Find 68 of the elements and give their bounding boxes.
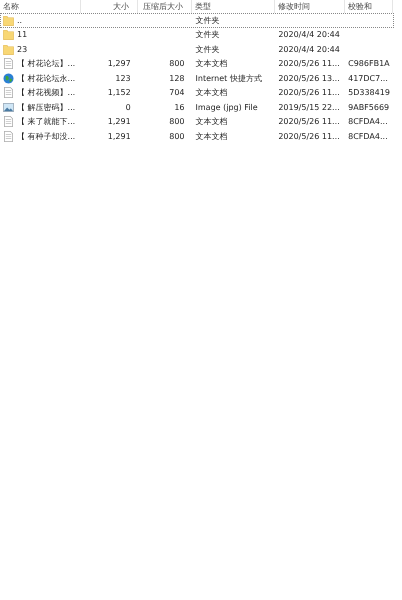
file-modified: 2019/5/15 22... bbox=[278, 102, 340, 112]
file-type: 文件夹 bbox=[196, 14, 220, 26]
column-header[interactable]: 修改时间 bbox=[275, 0, 345, 13]
file-modified: 2020/5/26 11... bbox=[278, 132, 340, 141]
file-type: 文本文档 bbox=[196, 116, 228, 128]
document-icon bbox=[3, 130, 14, 142]
file-packed: 128 bbox=[169, 74, 185, 83]
file-row[interactable]: 【 解压密码】... 0 16 Image (jpg) File 2019/5/15 22... 9ABF5669 bbox=[0, 100, 394, 114]
file-type: 文件夹 bbox=[196, 29, 220, 40]
file-row[interactable]: 【 村花视频】... 1,152 704 文本文档 2020/5/26 11... 5D338419 bbox=[0, 86, 394, 100]
file-type: 文件夹 bbox=[196, 44, 220, 55]
file-type: Internet 快捷方式 bbox=[196, 72, 262, 84]
file-packed: 800 bbox=[169, 59, 185, 68]
file-modified: 2020/5/26 13... bbox=[278, 74, 340, 83]
file-checksum: 417DC7... bbox=[348, 74, 388, 83]
file-name: 【 解压密码】... bbox=[17, 102, 76, 113]
file-packed: 704 bbox=[169, 88, 185, 98]
file-row[interactable]: 【 来了就能下... 1,291 800 文本文档 2020/5/26 11... 8CFDA4... bbox=[0, 114, 394, 129]
file-type: 文本文档 bbox=[196, 130, 228, 142]
file-packed: 800 bbox=[169, 132, 185, 141]
file-modified: 2020/4/4 20:44 bbox=[278, 30, 340, 40]
file-row[interactable]: .. 文件夹 bbox=[0, 13, 394, 28]
file-row[interactable]: 【 村花论坛】... 1,297 800 文本文档 2020/5/26 11... C986FB1A bbox=[0, 56, 394, 71]
column-header[interactable]: 名称 bbox=[0, 0, 81, 13]
file-modified: 2020/5/26 11... bbox=[278, 88, 340, 98]
file-checksum: 9ABF5669 bbox=[348, 102, 390, 112]
globe-icon bbox=[3, 72, 14, 84]
column-header[interactable]: 校验和 bbox=[345, 0, 393, 13]
file-type: 文本文档 bbox=[196, 58, 228, 70]
file-checksum: C986FB1A bbox=[348, 59, 390, 68]
file-type: 文本文档 bbox=[196, 87, 228, 98]
file-name: .. bbox=[17, 16, 22, 25]
file-row[interactable]: 【 村花论坛永... 123 128 Internet 快捷方式 2020/5/26 13... 417DC7... bbox=[0, 71, 394, 86]
file-size: 1,291 bbox=[108, 132, 131, 141]
file-checksum: 8CFDA4... bbox=[348, 117, 388, 126]
file-checksum: 5D338419 bbox=[348, 88, 390, 98]
file-row[interactable]: 【 有种子却没... 1,291 800 文本文档 2020/5/26 11... 8CFDA4... bbox=[0, 129, 394, 144]
column-header[interactable]: 大小 bbox=[81, 0, 138, 13]
file-size: 0 bbox=[126, 102, 131, 112]
file-row[interactable]: 23 文件夹 2020/4/4 20:44 bbox=[0, 42, 394, 56]
file-size: 1,152 bbox=[108, 88, 131, 98]
document-icon bbox=[3, 87, 14, 98]
document-icon bbox=[3, 58, 14, 70]
file-name: 11 bbox=[17, 30, 28, 40]
folder-icon bbox=[3, 14, 14, 26]
file-modified: 2020/5/26 11... bbox=[278, 59, 340, 68]
folder-icon bbox=[3, 44, 14, 55]
file-name: 【 来了就能下... bbox=[17, 116, 76, 128]
file-modified: 2020/5/26 11... bbox=[278, 117, 340, 126]
file-type: Image (jpg) File bbox=[196, 102, 258, 112]
file-name: 23 bbox=[17, 44, 28, 54]
column-header[interactable]: 压缩后大小 bbox=[138, 0, 192, 13]
file-row[interactable]: 11 文件夹 2020/4/4 20:44 bbox=[0, 28, 394, 42]
file-packed: 800 bbox=[169, 117, 185, 126]
file-packed: 16 bbox=[174, 102, 185, 112]
file-name: 【 村花视频】... bbox=[17, 87, 76, 98]
file-modified: 2020/4/4 20:44 bbox=[278, 44, 340, 54]
document-icon bbox=[3, 116, 14, 128]
column-header[interactable]: 类型 bbox=[192, 0, 275, 13]
file-checksum: 8CFDA4... bbox=[348, 132, 388, 141]
file-size: 1,297 bbox=[108, 59, 131, 68]
file-size: 123 bbox=[115, 74, 131, 83]
folder-icon bbox=[3, 29, 14, 40]
file-size: 1,291 bbox=[108, 117, 131, 126]
image-icon bbox=[3, 102, 14, 113]
file-name: 【 村花论坛】... bbox=[17, 58, 76, 70]
file-name: 【 有种子却没... bbox=[17, 130, 76, 142]
file-name: 【 村花论坛永... bbox=[17, 72, 76, 84]
